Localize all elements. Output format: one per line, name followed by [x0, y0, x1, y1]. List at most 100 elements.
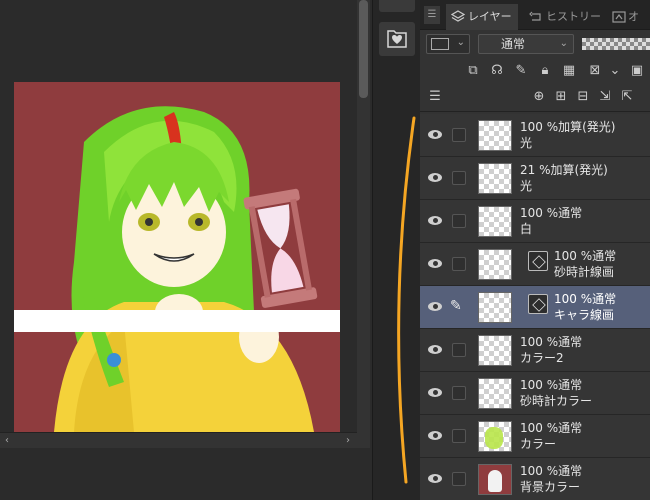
- layer-lock-box[interactable]: [452, 128, 466, 142]
- pen-icon: ✎: [450, 298, 462, 314]
- mask-off-icon[interactable]: ⊠: [586, 62, 604, 80]
- layer-name: 白: [520, 222, 533, 236]
- chevron-down-icon: ⌄: [559, 38, 568, 49]
- blend-mode-select[interactable]: 通常 ⌄: [478, 34, 574, 54]
- lock-transparent-icon[interactable]: ▦: [560, 62, 578, 80]
- layer-row[interactable]: 100 %通常 砂時計カラー: [420, 372, 650, 415]
- horizontal-scrollbar[interactable]: ‹ ›: [0, 432, 357, 448]
- layer-thumbnail: [478, 163, 512, 194]
- chevron-down-icon[interactable]: ⌄: [606, 62, 624, 80]
- layer-row[interactable]: 100 %通常 白: [420, 200, 650, 243]
- eye-icon[interactable]: [426, 428, 446, 444]
- character-illustration: [54, 106, 318, 432]
- clip-icon[interactable]: ⧉: [464, 62, 482, 80]
- canvas-area[interactable]: ‹ ›: [0, 0, 372, 500]
- top-tool-button[interactable]: [379, 0, 415, 12]
- vector-layer-icon: [528, 251, 548, 271]
- scroll-left-icon[interactable]: ‹: [0, 434, 14, 447]
- layer-opacity-mode: 100 %通常: [520, 421, 583, 435]
- layer-name: 砂時計線画: [554, 265, 615, 279]
- layer-opacity-mode: 100 %通常: [520, 206, 583, 220]
- layer-list: 100 %加算(発光) 光 21 %加算(発光) 光 100 %通常 白 100…: [420, 114, 650, 500]
- chevron-down-icon: ⌄: [456, 37, 465, 48]
- layer-color-picker[interactable]: ⌄: [426, 34, 470, 54]
- layer-name: カラー2: [520, 351, 564, 365]
- layer-label: 100 %通常 カラー2: [520, 334, 582, 366]
- layer-lock-box[interactable]: [452, 257, 466, 271]
- layer-lock-box[interactable]: [452, 214, 466, 228]
- new-raster-layer-icon[interactable]: ⊕: [530, 88, 548, 106]
- new-vector-layer-icon[interactable]: ⊞: [552, 88, 570, 106]
- heart-folder-button[interactable]: [379, 22, 415, 56]
- tab-history[interactable]: ヒストリー: [526, 4, 602, 30]
- vertical-scroll-thumb[interactable]: [359, 0, 368, 98]
- eye-icon[interactable]: [426, 471, 446, 487]
- layer-lock-box[interactable]: [452, 386, 466, 400]
- lock-icon[interactable]: 🔒︎: [536, 62, 554, 80]
- layer-thumbnail: [478, 464, 512, 495]
- layer-row[interactable]: 100 %加算(発光) 光: [420, 114, 650, 157]
- layer-name: 光: [520, 136, 533, 150]
- draft-layer-icon[interactable]: ✎: [512, 62, 530, 80]
- layer-thumbnail: [478, 292, 512, 323]
- layer-name: 背景カラー: [520, 480, 581, 494]
- white-band: [14, 310, 340, 332]
- layer-opacity-mode: 100 %通常: [520, 335, 583, 349]
- new-folder-icon[interactable]: ⊟: [574, 88, 592, 106]
- tab-history-label: ヒストリー: [546, 10, 601, 23]
- eye-icon[interactable]: [426, 170, 446, 186]
- reference-layer-icon[interactable]: ☊: [488, 62, 506, 80]
- scroll-right-icon[interactable]: ›: [341, 434, 355, 447]
- layer-label: 100 %通常 背景カラー: [520, 463, 582, 495]
- tab-other-label: オ: [628, 10, 639, 23]
- eye-icon[interactable]: [426, 342, 446, 358]
- merge-down-icon[interactable]: ⇱: [618, 88, 636, 106]
- layer-name: 光: [520, 179, 533, 193]
- layer-opacity-mode: 21 %加算(発光): [520, 163, 608, 177]
- layer-opacity-mode: 100 %通常: [520, 464, 583, 478]
- eye-icon[interactable]: [426, 256, 446, 272]
- layer-label: 100 %通常 砂時計線画: [554, 248, 616, 280]
- layer-property-toolbar: ⧉ ☊ ✎ 🔒︎ ▦ ⊠ ⌄ ▣: [420, 58, 650, 84]
- tab-layer-label: レイヤー: [468, 10, 512, 23]
- layer-row[interactable]: 21 %加算(発光) 光: [420, 157, 650, 200]
- layer-name: 砂時計カラー: [520, 394, 593, 408]
- layer-opacity-mode: 100 %加算(発光): [520, 120, 616, 134]
- layer-row[interactable]: 100 %通常 背景カラー: [420, 458, 650, 500]
- layer-action-toolbar: ☰ ⊕ ⊞ ⊟ ⇲ ⇱: [420, 84, 650, 112]
- eye-icon[interactable]: [426, 127, 446, 143]
- eye-icon[interactable]: [426, 299, 446, 315]
- layer-row[interactable]: 100 %通常 砂時計線画: [420, 243, 650, 286]
- layer-label: 21 %加算(発光) 光: [520, 162, 608, 194]
- layer-property-icon[interactable]: ☰: [426, 88, 444, 106]
- tab-other[interactable]: オ: [610, 4, 650, 30]
- layer-row[interactable]: 100 %通常 カラー: [420, 415, 650, 458]
- layer-panel: ☰ レイヤー ヒストリー オ ⌄ 通常 ⌄ ⧉ ☊ ✎ 🔒︎ ▦ ⊠ ⌄ ▣ ☰…: [420, 0, 650, 500]
- layer-lock-box[interactable]: [452, 343, 466, 357]
- layer-lock-box[interactable]: [452, 171, 466, 185]
- mask-icon[interactable]: ▣: [628, 62, 646, 80]
- tab-layer[interactable]: レイヤー: [446, 4, 518, 30]
- eye-icon[interactable]: [426, 385, 446, 401]
- layer-thumbnail: [478, 378, 512, 409]
- layer-name: カラー: [520, 437, 557, 451]
- layer-color-swatch: [431, 38, 449, 50]
- vertical-scrollbar[interactable]: [357, 0, 370, 448]
- layer-opacity-mode: 100 %通常: [554, 249, 617, 263]
- app-window: ‹ › ☰ レイヤー ヒストリー オ ⌄ 通常 ⌄ ⧉ ☊ ✎ 🔒︎ ▦ ⊠ ⌄…: [0, 0, 650, 500]
- opacity-slider[interactable]: [582, 38, 650, 50]
- canvas-bottom-area: [0, 448, 372, 500]
- layer-lock-box[interactable]: [452, 472, 466, 486]
- navigator-icon: [612, 11, 626, 23]
- history-icon: [529, 11, 541, 21]
- layer-label: 100 %加算(発光) 光: [520, 119, 616, 151]
- transfer-down-icon[interactable]: ⇲: [596, 88, 614, 106]
- layer-row[interactable]: 100 %通常 カラー2: [420, 329, 650, 372]
- layer-row-selected[interactable]: ✎ 100 %通常 キャラ線画: [420, 286, 650, 329]
- eye-icon[interactable]: [426, 213, 446, 229]
- artwork-canvas[interactable]: [14, 82, 340, 432]
- layer-name: キャラ線画: [554, 308, 615, 322]
- layer-thumbnail: [478, 335, 512, 366]
- layer-lock-box[interactable]: [452, 429, 466, 443]
- panel-menu-icon[interactable]: ☰: [424, 6, 440, 24]
